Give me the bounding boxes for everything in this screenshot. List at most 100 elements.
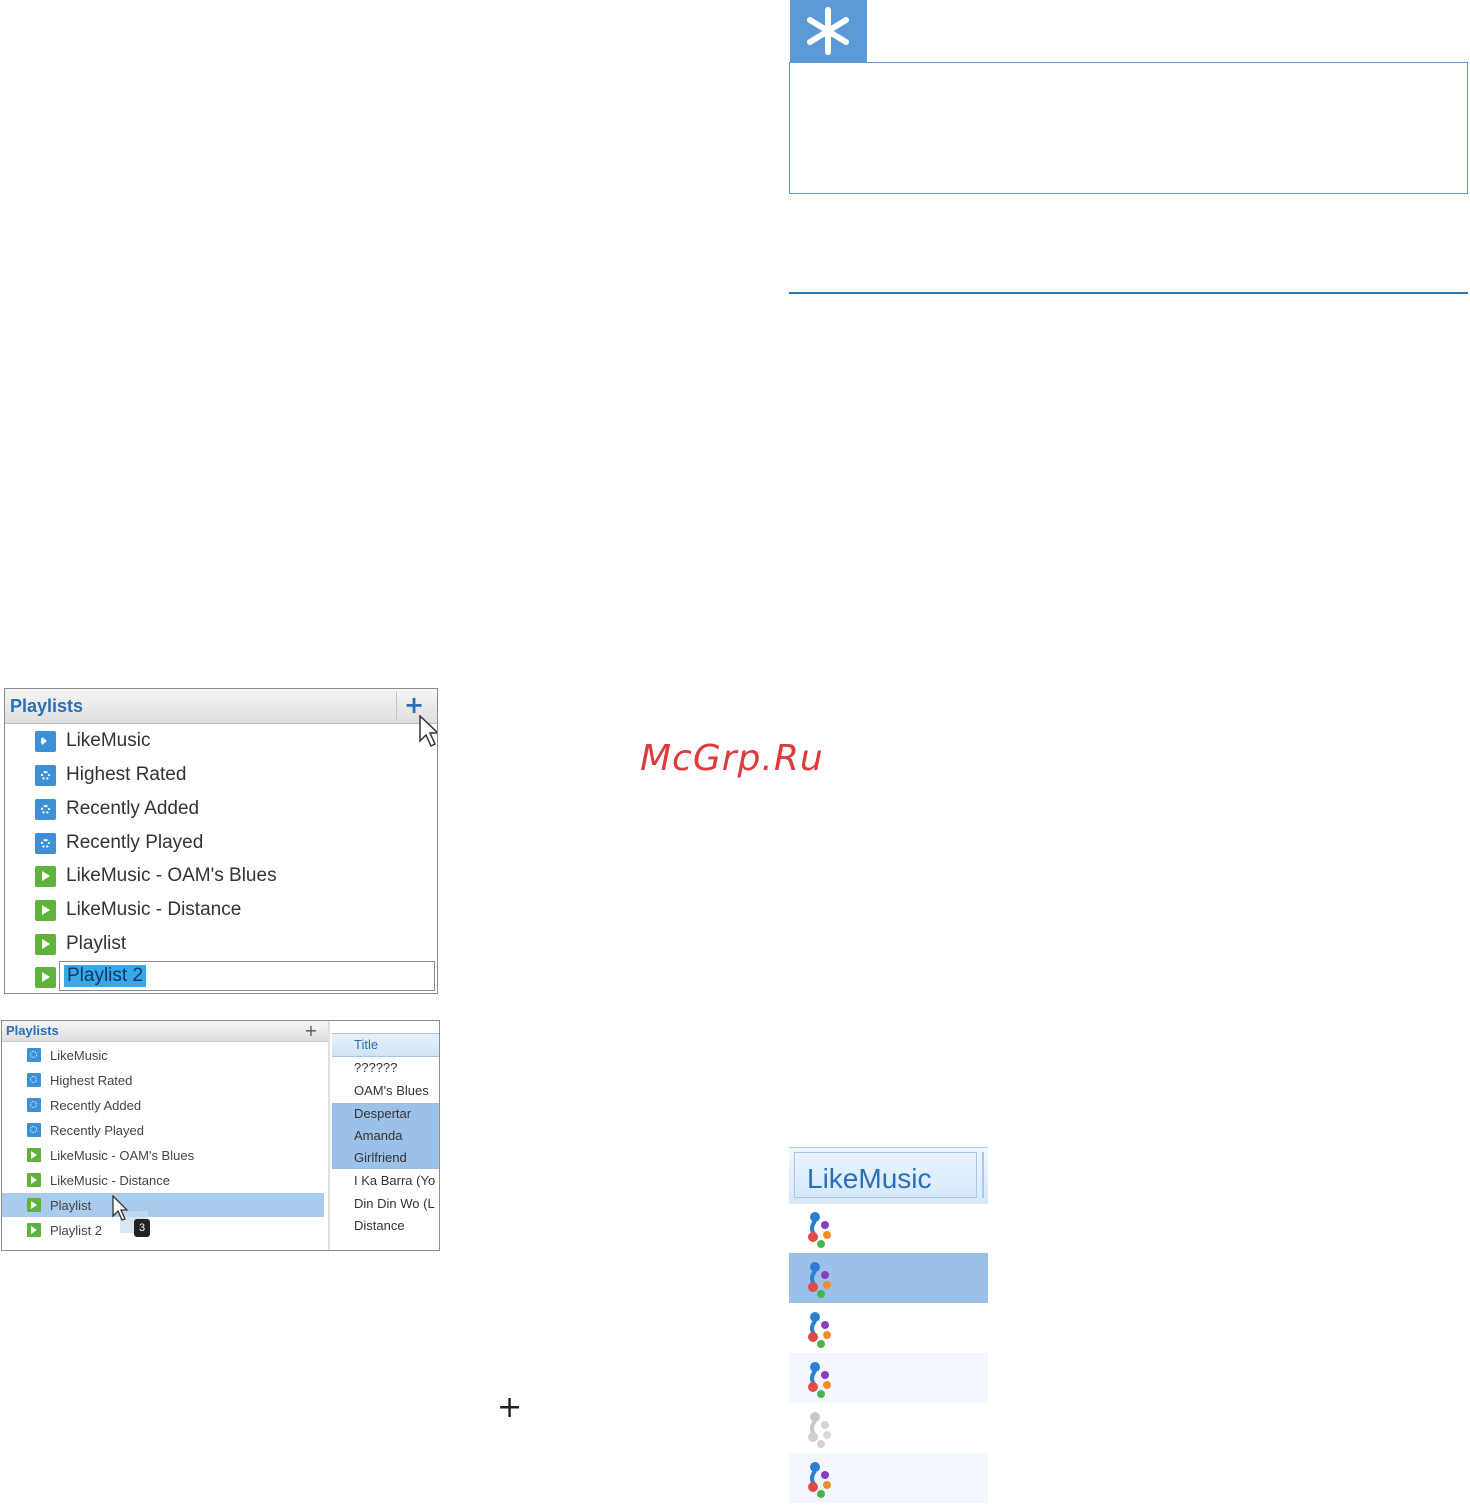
- add-playlist-button[interactable]: +: [302, 1021, 320, 1041]
- playlist-item-oams-blues[interactable]: LikeMusic - OAM's Blues: [2, 1143, 324, 1167]
- playlist-icon: [35, 933, 56, 955]
- playlist-label: Playlist: [50, 1197, 92, 1213]
- likemusic-row[interactable]: [789, 1303, 988, 1353]
- smart-playlist-icon: [35, 832, 56, 854]
- likemusic-logo-icon: [808, 1312, 831, 1348]
- song-row[interactable]: Amanda: [332, 1125, 439, 1147]
- song-row[interactable]: I Ka Barra (Yo: [332, 1170, 439, 1192]
- playlist-label: Playlist 2: [50, 1222, 103, 1238]
- playlist-item-highest-rated[interactable]: Highest Rated: [35, 760, 186, 790]
- asterisk-icon: [807, 7, 849, 55]
- song-row[interactable]: Despertar: [332, 1103, 439, 1125]
- playlists-title: Playlists: [6, 1023, 59, 1038]
- column-header-title[interactable]: Title: [332, 1033, 439, 1057]
- song-title: Despertar: [354, 1106, 412, 1121]
- likemusic-row[interactable]: [789, 1203, 988, 1253]
- playlist-label: LikeMusic - OAM's Blues: [66, 865, 277, 886]
- likemusic-column-header[interactable]: LikeMusic: [789, 1147, 988, 1204]
- smart-playlist-icon: [35, 764, 56, 786]
- song-title: I Ka Barra (Yo: [354, 1173, 436, 1188]
- playlist-item-highest-rated[interactable]: Highest Rated: [2, 1068, 324, 1092]
- playlist-item-playlist[interactable]: Playlist: [35, 929, 126, 959]
- likemusic-row[interactable]: [789, 1403, 988, 1453]
- likemusic-logo-icon: [808, 1262, 831, 1298]
- likemusic-logo-icon: [808, 1462, 831, 1498]
- playlist-label: Highest Rated: [50, 1072, 133, 1088]
- music-playlist-icon: [35, 730, 56, 752]
- song-title: Distance: [354, 1218, 405, 1233]
- song-row[interactable]: OAM's Blues: [332, 1080, 439, 1102]
- drag-count-badge: 3: [134, 1219, 150, 1237]
- song-title: Din Din Wo (L: [354, 1196, 435, 1211]
- playlist-icon: [27, 1198, 41, 1212]
- playlists-panel: Playlists + LikeMusic Highest Rated Rece…: [4, 688, 438, 994]
- smart-playlist-icon: [27, 1123, 41, 1137]
- song-row[interactable]: Din Din Wo (L: [332, 1193, 439, 1215]
- playlist-item-recently-added[interactable]: Recently Added: [35, 794, 199, 824]
- playlist-label: LikeMusic: [50, 1047, 108, 1063]
- playlist-item-likemusic[interactable]: LikeMusic: [35, 726, 150, 756]
- playlist-item-recently-added[interactable]: Recently Added: [2, 1093, 324, 1117]
- likemusic-column: LikeMusic: [789, 1147, 988, 1510]
- playlist-item-oams-blues[interactable]: LikeMusic - OAM's Blues: [35, 861, 277, 891]
- playlist-label: Recently Played: [66, 832, 204, 853]
- playlist-item-likemusic[interactable]: LikeMusic: [2, 1043, 324, 1067]
- mouse-cursor-icon: [419, 715, 437, 748]
- column-header-label: Title: [354, 1037, 379, 1052]
- song-row[interactable]: Distance: [332, 1215, 439, 1237]
- likemusic-logo-icon: [808, 1362, 831, 1398]
- pane-divider[interactable]: [328, 1021, 330, 1250]
- playlist-label: Recently Added: [66, 798, 200, 819]
- header-separator: [396, 692, 397, 720]
- likemusic-row[interactable]: [789, 1253, 988, 1303]
- music-playlist-icon: [27, 1048, 41, 1062]
- playlists-header: Playlists +: [2, 1021, 328, 1042]
- playlist-label: LikeMusic: [66, 730, 151, 751]
- playlist-item-playlist[interactable]: Playlist: [2, 1193, 324, 1217]
- rename-playlist-input[interactable]: Playlist 2: [59, 961, 435, 991]
- playlist-label: Recently Added: [50, 1097, 142, 1113]
- playlist-icon: [27, 1173, 41, 1187]
- playlist-label: Recently Played: [50, 1122, 144, 1138]
- rename-selected-text: Playlist 2: [64, 965, 147, 987]
- playlist-icon: [35, 899, 56, 921]
- playlist-icon: [35, 966, 56, 988]
- add-symbol: +: [497, 1390, 523, 1425]
- watermark: McGrp.Ru: [640, 738, 824, 779]
- songs-list: Title ?????? OAM's Blues Despertar Amand…: [332, 1021, 439, 1250]
- song-title: ??????: [354, 1060, 398, 1075]
- playlist-icon: [27, 1148, 41, 1162]
- playlist-item-recently-played[interactable]: Recently Played: [2, 1118, 324, 1142]
- tip-box: [789, 62, 1468, 194]
- likemusic-logo-icon: [808, 1212, 831, 1248]
- smart-playlist-icon: [27, 1098, 41, 1112]
- song-row[interactable]: ??????: [332, 1057, 439, 1079]
- likemusic-logo-disabled-icon: [808, 1412, 831, 1448]
- playlist-label: LikeMusic - Distance: [50, 1172, 170, 1188]
- column-resize-handle[interactable]: [982, 1152, 984, 1198]
- playlist-item-playlist-2[interactable]: Playlist 2: [2, 1218, 324, 1242]
- section-divider: [789, 292, 1468, 294]
- playlist-item-distance[interactable]: LikeMusic - Distance: [35, 895, 241, 925]
- likemusic-row[interactable]: [789, 1453, 988, 1503]
- mouse-cursor-icon: [112, 1195, 129, 1221]
- playlists-title: Playlists: [10, 696, 84, 716]
- playlist-label: Playlist: [66, 933, 127, 954]
- playlist-item-recently-played[interactable]: Recently Played: [35, 828, 203, 858]
- playlist-label: Highest Rated: [66, 764, 187, 785]
- playlist-icon: [27, 1223, 41, 1237]
- smart-playlist-icon: [35, 798, 56, 820]
- smart-playlist-icon: [27, 1073, 41, 1087]
- song-title: Girlfriend: [354, 1150, 407, 1165]
- playlist-icon: [35, 865, 56, 887]
- drag-to-playlist-panel: Playlists + LikeMusic Highest Rated Rece…: [1, 1020, 440, 1251]
- tip-badge: [790, 0, 867, 62]
- song-row[interactable]: Girlfriend: [332, 1147, 439, 1169]
- likemusic-row[interactable]: [789, 1353, 988, 1403]
- song-title: OAM's Blues: [354, 1083, 429, 1098]
- playlist-item-distance[interactable]: LikeMusic - Distance: [2, 1168, 324, 1192]
- playlists-header: Playlists +: [5, 689, 437, 724]
- song-title: Amanda: [354, 1128, 403, 1143]
- playlist-label: LikeMusic - OAM's Blues: [50, 1147, 195, 1163]
- playlist-label: LikeMusic - Distance: [66, 899, 242, 920]
